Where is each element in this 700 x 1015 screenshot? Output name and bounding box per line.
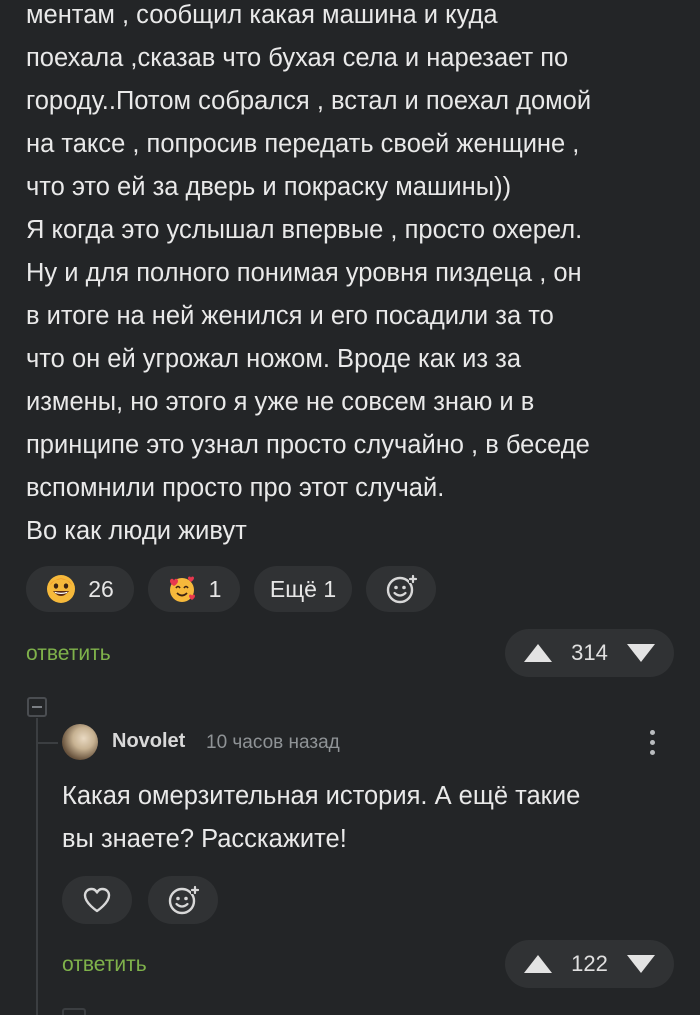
reaction-count: 1 xyxy=(208,575,222,602)
reply-link[interactable]: ответить xyxy=(62,953,147,977)
thread-branch xyxy=(36,742,58,744)
rating-box: 314 xyxy=(505,629,674,677)
reply-body: Какая омерзительная история. А ещё такие… xyxy=(62,775,682,861)
add-reaction-button[interactable] xyxy=(148,876,218,924)
comment-line: в итоге на ней женился и его посадили за… xyxy=(26,302,554,330)
downvote-icon[interactable] xyxy=(626,954,656,974)
comment-line: Ну и для полного понимая уровня пиздеца … xyxy=(26,259,582,287)
upvote-icon[interactable] xyxy=(523,954,553,974)
comment-line: поехала ,сказав что бухая села и нарезае… xyxy=(26,44,569,72)
comment-line: принципе это узнал просто случайно , в б… xyxy=(26,431,590,459)
comment-body: ментам , сообщил какая машина и куда пое… xyxy=(26,0,676,553)
comment-line: ментам , сообщил какая машина и куда xyxy=(26,1,498,29)
downvote-icon[interactable] xyxy=(626,643,656,663)
grinning-face-icon xyxy=(46,574,76,604)
avatar[interactable] xyxy=(62,724,98,760)
like-button[interactable] xyxy=(62,876,132,924)
comment-line: на таксе , попросив передать своей женщи… xyxy=(26,130,580,158)
comment-line: Я когда это услышал впервые , просто охе… xyxy=(26,216,583,244)
comment-timestamp: 10 часов назад xyxy=(206,732,340,753)
rating-box: 122 xyxy=(505,940,674,988)
collapse-thread-button[interactable] xyxy=(27,697,47,717)
reaction-hearts[interactable]: 1 xyxy=(148,566,240,612)
reaction-grinning[interactable]: 26 xyxy=(26,566,134,612)
rating-count: 314 xyxy=(571,640,608,665)
comment-line: измены, но этого я уже не совсем знаю и … xyxy=(26,388,535,416)
comment-line: что он ей угрожал ножом. Вроде как из за xyxy=(26,345,522,373)
more-options-icon[interactable] xyxy=(644,727,662,759)
nested-thread-collapse[interactable] xyxy=(62,1008,86,1015)
add-reaction-button[interactable] xyxy=(366,566,436,612)
upvote-icon[interactable] xyxy=(523,643,553,663)
smiling-face-with-hearts-icon xyxy=(167,574,197,604)
comment-line: вспомнили просто про этот случай. xyxy=(26,474,445,502)
rating-count: 122 xyxy=(571,951,608,976)
comment-line: городу..Потом собрался , встал и поехал … xyxy=(26,87,592,115)
more-reactions-label: Ещё 1 xyxy=(269,575,337,602)
comment-line: вы знаете? Расскажите! xyxy=(62,825,347,853)
thread-line xyxy=(36,718,38,1015)
comment-line: что это ей за дверь и покраску машины)) xyxy=(26,173,512,201)
reply-link[interactable]: ответить xyxy=(26,642,111,666)
add-emoji-icon xyxy=(384,572,418,606)
comment-line: Во как люди живут xyxy=(26,517,247,545)
heart-icon xyxy=(83,887,111,913)
comment-thread: ментам , сообщил какая машина и куда пое… xyxy=(0,0,700,1015)
add-emoji-icon xyxy=(168,885,200,915)
more-reactions-button[interactable]: Ещё 1 xyxy=(254,566,352,612)
reaction-count: 26 xyxy=(88,575,114,602)
comment-line: Какая омерзительная история. А ещё такие xyxy=(62,782,581,810)
author-name[interactable]: Novolet xyxy=(112,730,185,753)
